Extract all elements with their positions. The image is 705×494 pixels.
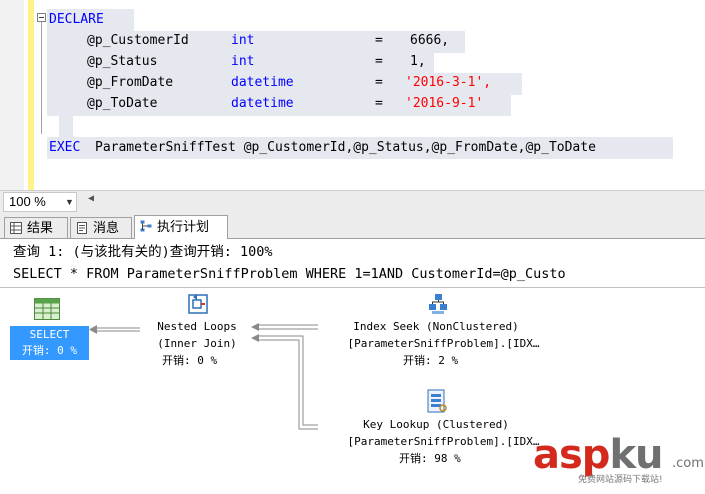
key-lookup-icon[interactable] (425, 389, 449, 415)
nested-loops-sub: (Inner Join) (157, 337, 237, 350)
sql-editor[interactable]: DECLARE @p_CustomerId int = 6666, @p_Sta… (0, 0, 705, 190)
nested-loops-cost: 开销: 0 % (162, 354, 218, 367)
code-equals: = (375, 33, 383, 48)
select-node-name: SELECT (29, 328, 70, 341)
code-exec-call: ParameterSniffTest @p_CustomerId,@p_Stat… (95, 140, 596, 155)
code-value: 1, (410, 54, 426, 69)
select-node-cost: 开销: 0 % (21, 344, 78, 357)
query-cost-header: 查询 1: (与该批有关的)查询开销: 100% (13, 244, 273, 260)
code-param: @p_FromDate (87, 75, 174, 90)
nested-loops-name: Nested Loops (157, 320, 237, 333)
code-param: @p_CustomerId (87, 33, 189, 48)
chevron-down-icon[interactable]: ▼ (65, 193, 74, 211)
nested-loops-icon[interactable] (187, 292, 209, 316)
arrow-icon (251, 323, 259, 331)
tab-messages[interactable]: 消息 (70, 217, 132, 238)
tab-execution-plan-label: 执行计划 (157, 220, 210, 235)
outline-fold-line (41, 22, 42, 134)
code-keyword-exec: EXEC (49, 140, 81, 155)
code-type: int (231, 54, 255, 69)
select-node-label: SELECT 开销: 0 % (10, 327, 89, 359)
key-lookup-name: Key Lookup (Clustered) (363, 418, 509, 431)
zoom-value: 100 % (9, 194, 46, 209)
arrow-icon (251, 334, 259, 342)
execution-plan-icon (140, 220, 152, 232)
code-type: int (231, 33, 255, 48)
zoom-bar (0, 190, 705, 213)
editor-gutter (0, 0, 24, 190)
code-string-value: '2016-3-1', (405, 75, 492, 90)
code-equals: = (375, 54, 383, 69)
scroll-left-icon[interactable]: ◀ (88, 193, 94, 204)
index-seek-sub: [ParameterSniffProblem].[IDX… (347, 337, 540, 350)
code-value: 6666, (410, 33, 450, 48)
key-lookup-cost: 开销: 98 % (399, 452, 461, 465)
code-param: @p_ToDate (87, 96, 158, 111)
collapse-icon[interactable] (37, 13, 46, 22)
query-sql-text: SELECT * FROM ParameterSniffProblem WHER… (13, 266, 566, 282)
message-icon (77, 222, 87, 234)
index-seek-name: Index Seek (NonClustered) (353, 320, 519, 333)
watermark-slogan: 免费网站源码下载站! (578, 475, 663, 485)
tab-messages-label: 消息 (93, 221, 120, 236)
code-equals: = (375, 96, 383, 111)
zoom-select[interactable]: 100 % ▼ (3, 192, 77, 212)
index-seek-icon[interactable] (426, 292, 450, 316)
watermark-brand-ku: ku (609, 432, 663, 478)
select-result-icon[interactable] (34, 298, 60, 320)
change-tracking-bar (28, 0, 34, 190)
code-string-value: '2016-9-1' (405, 96, 484, 111)
tab-execution-plan[interactable]: 执行计划 (134, 215, 228, 239)
grid-icon (10, 222, 22, 234)
code-type: datetime (231, 75, 294, 90)
key-lookup-sub: [ParameterSniffProblem].[IDX… (347, 435, 540, 448)
code-keyword-declare: DECLARE (49, 12, 104, 27)
arrow-icon (89, 325, 97, 334)
code-param: @p_Status (87, 54, 158, 69)
aspku-watermark-logo: aspku (533, 432, 664, 478)
watermark-tld: .com (672, 456, 704, 471)
watermark-brand-asp: asp (533, 432, 610, 478)
tab-results[interactable]: 结果 (4, 217, 68, 238)
code-type: datetime (231, 96, 294, 111)
tab-results-label: 结果 (27, 221, 54, 236)
selection-highlight (59, 116, 73, 138)
index-seek-cost: 开销: 2 % (403, 354, 459, 367)
code-equals: = (375, 75, 383, 90)
